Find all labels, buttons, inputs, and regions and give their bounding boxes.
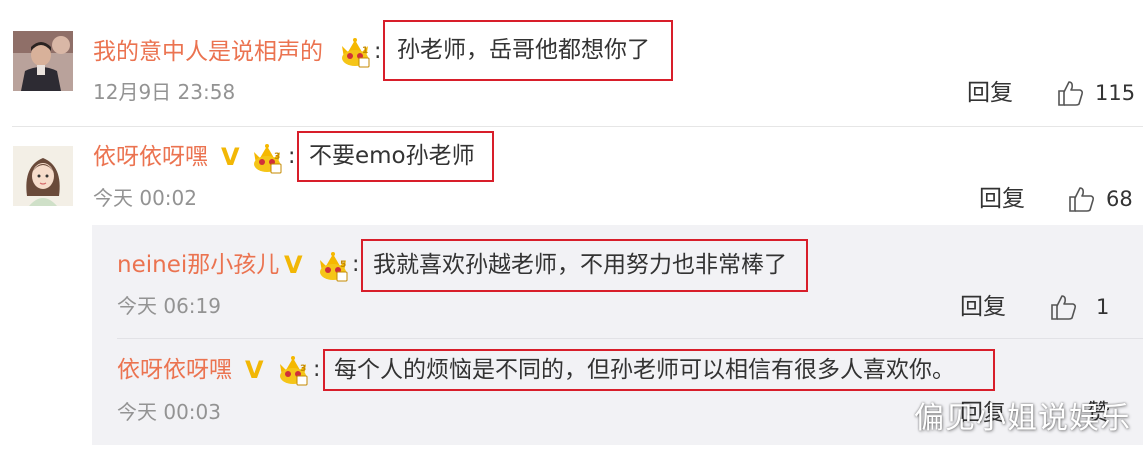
thumbs-up-icon[interactable] (1056, 79, 1084, 107)
reply-text: 每个人的烦恼是不同的，但孙老师可以相信有很多人喜欢你。 (334, 357, 955, 383)
reply-colon: : (352, 252, 360, 277)
comment-divider (12, 126, 1143, 127)
reply-divider (117, 338, 1143, 339)
thumbs-up-icon[interactable] (1067, 185, 1095, 213)
comment-time: 12月9日 23:58 (93, 80, 236, 104)
verified-v-icon: V (284, 251, 303, 279)
like-count: 1 (1096, 295, 1110, 319)
comment-text: 不要emo孙老师 (309, 143, 475, 169)
badge-level: 3 (300, 364, 307, 374)
verified-v-icon: V (245, 356, 264, 384)
comment-username[interactable]: 我的意中人是说相声的 (93, 38, 323, 66)
badge-level: 5 (340, 260, 347, 270)
reply-time: 今天 06:19 (117, 294, 221, 318)
avatar-girl-image (13, 146, 73, 206)
like-count: 115 (1095, 81, 1136, 105)
reply-username[interactable]: neinei那小孩儿 (117, 251, 279, 279)
comment-colon: : (374, 39, 382, 64)
like-count: 68 (1106, 187, 1133, 211)
badge-level: 3 (274, 152, 281, 162)
reply-button[interactable]: 回复 (960, 293, 1006, 321)
badge-level: 1 (362, 46, 369, 56)
watermark: 偏见小姐说娱乐 (914, 401, 1131, 436)
comment-time: 今天 00:02 (93, 186, 197, 210)
verified-v-icon: V (221, 143, 240, 171)
comment-username[interactable]: 依呀依呀嘿 (93, 143, 208, 171)
reply-button[interactable]: 回复 (979, 185, 1025, 213)
thumbs-up-icon[interactable] (1049, 293, 1077, 321)
reply-colon: : (313, 357, 321, 382)
avatar[interactable] (13, 31, 73, 91)
avatar-man-image (13, 31, 73, 91)
comment-text: 孙老师，岳哥他都想你了 (397, 37, 650, 63)
reply-username[interactable]: 依呀依呀嘿 (117, 356, 232, 384)
reply-text: 我就喜欢孙越老师，不用努力也非常棒了 (373, 252, 787, 278)
reply-button[interactable]: 回复 (967, 79, 1013, 107)
comment-colon: : (288, 144, 296, 169)
avatar[interactable] (13, 146, 73, 206)
reply-time: 今天 00:03 (117, 400, 221, 424)
